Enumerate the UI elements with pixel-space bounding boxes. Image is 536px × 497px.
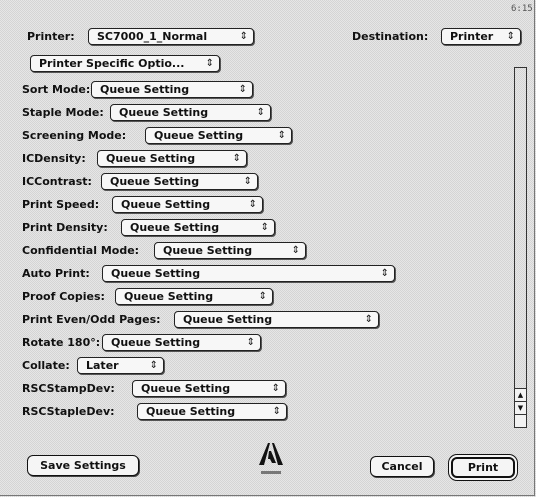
popup-arrow-icon: ⇕ <box>248 199 257 210</box>
option-label: RSCStampDev: <box>22 382 115 395</box>
option-label: Auto Print: <box>22 267 90 280</box>
options-scrollbar[interactable]: ▲ ▼ <box>514 67 527 428</box>
popup-arrow-icon: ⇕ <box>149 360 158 371</box>
popup-arrow-icon: ⇕ <box>239 31 248 42</box>
option-select-value: Queue Setting <box>119 106 209 119</box>
popup-arrow-icon: ⇕ <box>277 130 286 141</box>
option-select[interactable]: Queue Setting ⇕ <box>102 334 261 351</box>
option-select[interactable]: Queue Setting ⇕ <box>174 311 379 328</box>
option-select[interactable]: Queue Setting ⇕ <box>91 81 253 98</box>
option-label: Print Even/Odd Pages: <box>22 313 161 326</box>
option-select-value: Queue Setting <box>121 198 211 211</box>
destination-select[interactable]: Printer ⇕ <box>441 28 521 45</box>
printer-label: Printer: <box>27 30 75 43</box>
popup-arrow-icon: ⇕ <box>364 314 373 325</box>
option-label: ICDensity: <box>22 152 86 165</box>
popup-arrow-icon: ⇕ <box>232 153 241 164</box>
option-select[interactable]: Queue Setting ⇕ <box>137 403 287 420</box>
popup-arrow-icon: ⇕ <box>291 245 300 256</box>
popup-arrow-icon: ⇕ <box>256 107 265 118</box>
option-label: Proof Copies: <box>22 290 105 303</box>
option-select[interactable]: Queue Setting ⇕ <box>102 265 395 282</box>
popup-arrow-icon: ⇕ <box>272 406 281 417</box>
option-label: RSCStapleDev: <box>22 405 115 418</box>
option-select[interactable]: Queue Setting ⇕ <box>97 150 247 167</box>
option-select[interactable]: Queue Setting ⇕ <box>101 173 258 190</box>
cancel-button[interactable]: Cancel <box>370 456 434 477</box>
option-select-value: Queue Setting <box>111 267 201 280</box>
option-select[interactable]: Queue Setting ⇕ <box>145 127 292 144</box>
option-select-value: Queue Setting <box>106 152 196 165</box>
print-button[interactable]: Print <box>451 457 515 478</box>
popup-arrow-icon: ⇕ <box>243 176 252 187</box>
option-select-value: Later <box>86 359 119 372</box>
option-select-value: Queue Setting <box>100 83 190 96</box>
popup-arrow-icon: ⇕ <box>205 58 214 69</box>
option-label: Staple Mode: <box>22 106 104 119</box>
popup-arrow-icon: ⇕ <box>271 383 280 394</box>
option-select-value: Queue Setting <box>141 382 231 395</box>
option-select-value: Queue Setting <box>130 221 220 234</box>
option-select[interactable]: Queue Setting ⇕ <box>154 242 306 259</box>
popup-arrow-icon: ⇕ <box>260 222 269 233</box>
printer-select[interactable]: SC7000_1_Normal ⇕ <box>88 28 254 45</box>
option-label: Rotate 180°: <box>22 336 101 349</box>
destination-select-value: Printer <box>450 30 494 43</box>
popup-arrow-icon: ⇕ <box>246 337 255 348</box>
option-select-value: Queue Setting <box>124 290 214 303</box>
option-select-value: Queue Setting <box>163 244 253 257</box>
option-select[interactable]: Later ⇕ <box>77 357 164 374</box>
printer-select-value: SC7000_1_Normal <box>97 30 208 43</box>
option-select[interactable]: Queue Setting ⇕ <box>112 196 263 213</box>
option-label: Collate: <box>22 359 70 372</box>
scroll-up-arrow-icon[interactable]: ▲ <box>515 388 526 401</box>
popup-arrow-icon: ⇕ <box>380 268 389 279</box>
popup-arrow-icon: ⇕ <box>506 31 515 42</box>
option-label: ICContrast: <box>22 175 92 188</box>
option-select-value: Queue Setting <box>146 405 236 418</box>
print-dialog: 6:15 Printer: SC7000_1_Normal ⇕ Destinat… <box>0 0 535 496</box>
option-label: Print Density: <box>22 221 108 234</box>
option-select[interactable]: Queue Setting ⇕ <box>132 380 286 397</box>
option-label: Sort Mode: <box>22 83 91 96</box>
option-select-value: Queue Setting <box>154 129 244 142</box>
save-settings-button[interactable]: Save Settings <box>27 455 139 476</box>
option-label: Confidential Mode: <box>22 244 140 257</box>
option-label: Print Speed: <box>22 198 100 211</box>
panel-select[interactable]: Printer Specific Optio... ⇕ <box>30 55 220 72</box>
option-select[interactable]: Queue Setting ⇕ <box>115 288 273 305</box>
option-select-value: Queue Setting <box>183 313 273 326</box>
option-select[interactable]: Queue Setting ⇕ <box>110 104 271 121</box>
option-select-value: Queue Setting <box>110 175 200 188</box>
resize-grip-icon[interactable] <box>515 414 526 427</box>
destination-label: Destination: <box>352 30 429 43</box>
adobe-logo-icon <box>259 443 283 474</box>
option-select-value: Queue Setting <box>111 336 201 349</box>
scroll-down-arrow-icon[interactable]: ▼ <box>515 401 526 414</box>
popup-arrow-icon: ⇕ <box>258 291 267 302</box>
panel-select-value: Printer Specific Optio... <box>39 57 185 70</box>
option-label: Screening Mode: <box>22 129 127 142</box>
corner-text: 6:15 <box>511 4 533 14</box>
option-select[interactable]: Queue Setting ⇕ <box>121 219 275 236</box>
popup-arrow-icon: ⇕ <box>238 84 247 95</box>
